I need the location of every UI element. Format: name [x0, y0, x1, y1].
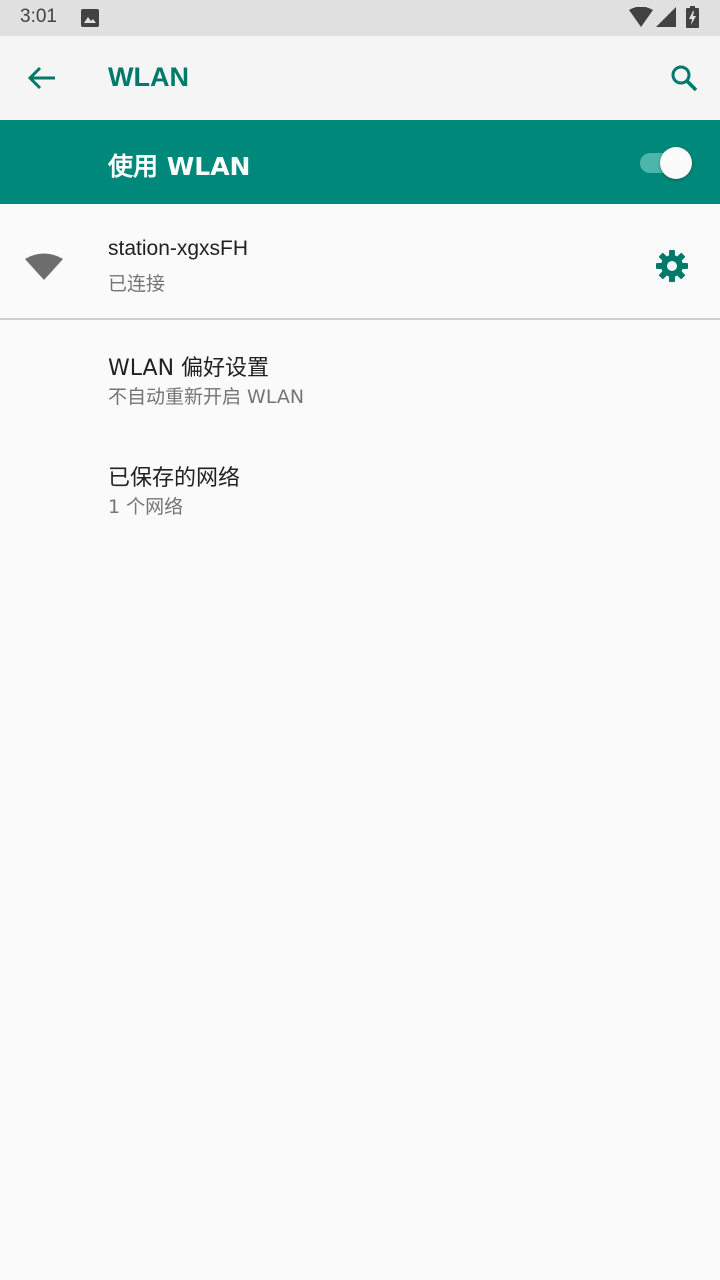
master-switch-label: 使用 WLAN [108, 152, 251, 181]
battery-charging-icon [686, 6, 699, 28]
wlan-toggle[interactable] [638, 146, 694, 180]
app-bar: WLAN [0, 36, 720, 120]
search-button[interactable] [664, 58, 704, 98]
status-bar: 3:01 [0, 0, 720, 36]
search-icon [671, 65, 698, 92]
list-item-title: 已保存的网络 [108, 466, 241, 491]
connected-network-row[interactable]: station-xgxsFH 已连接 [0, 206, 720, 320]
wifi-icon [25, 253, 63, 280]
gear-icon [656, 250, 688, 282]
list-item-title: WLAN 偏好设置 [108, 356, 270, 381]
status-time: 3:01 [20, 6, 57, 27]
network-name: station-xgxsFH [108, 237, 249, 260]
cell-signal-icon [656, 7, 676, 27]
wlan-preferences-item[interactable]: WLAN 偏好设置 不自动重新开启 WLAN [0, 324, 720, 434]
back-button[interactable] [22, 58, 62, 98]
network-status: 已连接 [108, 273, 166, 295]
arrow-back-icon [27, 66, 55, 90]
saved-networks-item[interactable]: 已保存的网络 1 个网络 [0, 434, 720, 544]
list-item-summary: 1 个网络 [108, 496, 184, 518]
wifi-signal-icon [629, 7, 653, 27]
page-title: WLAN [108, 62, 189, 92]
wlan-master-switch-bar[interactable]: 使用 WLAN [0, 120, 720, 204]
toggle-thumb [660, 147, 692, 179]
image-notification-icon [81, 9, 99, 27]
network-settings-button[interactable] [652, 246, 692, 286]
list-item-summary: 不自动重新开启 WLAN [108, 386, 305, 408]
